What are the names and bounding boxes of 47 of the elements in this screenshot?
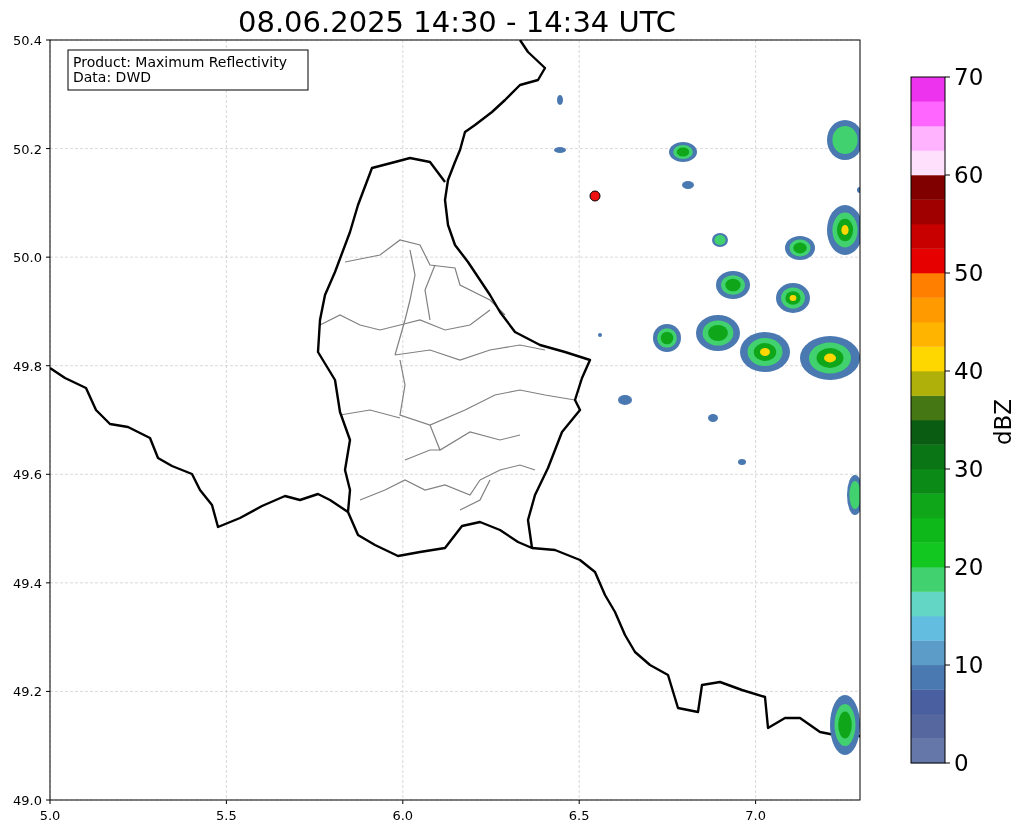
colorbar-tick-label: 60 [954, 162, 984, 188]
radar-echo [738, 459, 746, 465]
axis-tick-label: 5.5 [216, 808, 237, 823]
colorbar-tick-label: 50 [954, 260, 984, 286]
radar-echo [847, 475, 860, 515]
axis-tick-label: 5.0 [39, 808, 61, 823]
radar-echo [830, 695, 860, 755]
radar-echo [827, 120, 860, 160]
radar-echo [716, 271, 750, 299]
radar-echo [653, 324, 681, 352]
colorbar-tick-label: 20 [954, 554, 984, 580]
radar-echo [740, 332, 790, 372]
colorbar-tick-label: 30 [954, 456, 984, 482]
radar-echo [800, 336, 860, 380]
axis-tick-label: 49.2 [13, 684, 42, 700]
colorbar-tick-label: 40 [954, 358, 984, 384]
colorbar-label: dBZ [990, 398, 1016, 446]
location-marker [589, 190, 601, 202]
info-text: Product: Maximum Reflectivity [73, 54, 287, 70]
axis-tick-label: 7.0 [745, 808, 766, 823]
radar-echo [857, 187, 860, 193]
radar-echo [554, 147, 566, 153]
axis-tick-label: 6.0 [392, 808, 414, 823]
axis-tick-label: 49.6 [13, 467, 42, 483]
radar-echo [708, 414, 718, 422]
axis-tick-label: 6.5 [568, 808, 590, 823]
axis-tick-label: 49.4 [13, 575, 42, 591]
radar-echo [669, 142, 697, 162]
radar-echo [598, 333, 602, 337]
colorbar-tick-label: 70 [954, 64, 984, 90]
colorbar-tick-label: 0 [954, 750, 969, 776]
radar-echo [682, 181, 694, 189]
axis-tick-label: 50.4 [13, 33, 42, 48]
axis-tick-label: 50.2 [13, 141, 42, 157]
radar-echo [776, 283, 810, 313]
radar-echo [712, 233, 728, 247]
radar-echo [618, 395, 632, 405]
radar-echo [785, 236, 815, 260]
colorbar-tick-label: 10 [954, 652, 984, 678]
chart-title: 08.06.2025 14:30 - 14:34 UTC [238, 5, 676, 39]
info-text: Data: DWD [73, 69, 151, 85]
axis-tick-label: 50.0 [13, 250, 42, 266]
axis-tick-label: 49.8 [13, 358, 42, 374]
radar-echo [696, 315, 740, 351]
axis-tick-label: 49.0 [13, 793, 42, 808]
radar-echo [557, 95, 563, 105]
radar-echo [827, 205, 860, 255]
